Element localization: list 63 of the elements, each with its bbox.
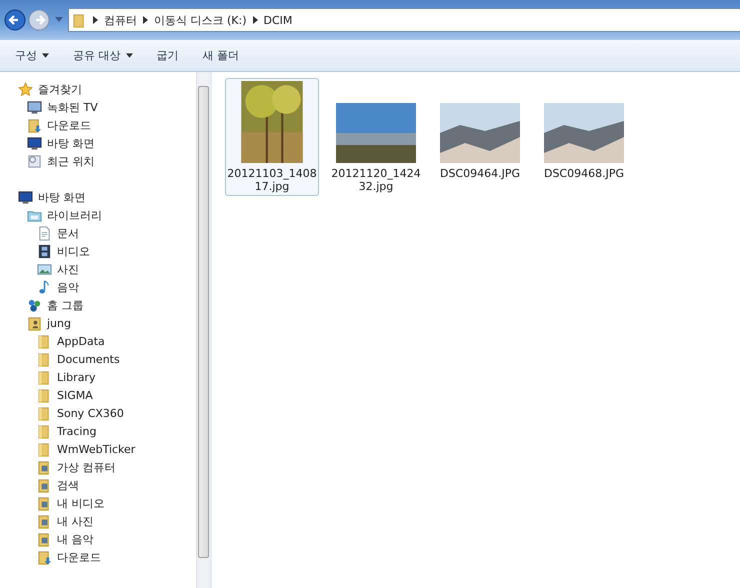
monitor-icon <box>27 136 42 150</box>
folder-download-icon <box>27 118 42 132</box>
monitor-icon <box>18 190 33 204</box>
tree-item[interactable]: WmWebTicker <box>0 440 196 458</box>
breadcrumb[interactable]: DCIM <box>264 14 292 26</box>
breadcrumb[interactable]: 컴퓨터 <box>104 12 137 28</box>
tree-item[interactable]: Sony CX360 <box>0 404 196 422</box>
tree-item[interactable]: 다운로드 <box>0 116 196 134</box>
address-bar[interactable]: 컴퓨터 이동식 디스크 (K:) DCIM <box>68 8 740 32</box>
star-icon <box>18 82 33 96</box>
chevron-icon <box>93 16 98 24</box>
toolbar-button[interactable]: 굽기 <box>148 45 188 66</box>
file-item[interactable]: 20121120_142432.jpg <box>329 78 423 196</box>
breadcrumb[interactable]: 이동식 디스크 (K:) <box>154 12 246 28</box>
tree-item[interactable]: 사진 <box>0 260 196 278</box>
file-name: 20121103_140817.jpg <box>226 167 318 193</box>
tree-item[interactable]: Documents <box>0 350 196 368</box>
file-item[interactable]: DSC09464.JPG <box>433 78 527 196</box>
tree-item[interactable]: 가상 컴퓨터 <box>0 458 196 476</box>
homegroup-icon <box>27 298 42 312</box>
chevron-icon <box>252 16 258 24</box>
tree-item[interactable]: 녹화된 TV <box>0 98 196 116</box>
tree-item[interactable]: 비디오 <box>0 242 196 260</box>
dropdown-icon[interactable] <box>55 17 63 23</box>
caret-icon <box>126 53 132 58</box>
tree-item[interactable]: 문서 <box>0 224 196 242</box>
picture-icon <box>37 262 52 276</box>
tree-item[interactable]: jung <box>0 314 196 332</box>
tree-item[interactable]: 라이브러리 <box>0 206 196 224</box>
scrollbar-thumb[interactable] <box>198 86 209 558</box>
tree-item[interactable]: 다운로드 <box>0 548 196 566</box>
caret-icon <box>42 53 49 58</box>
tree-item[interactable]: 최근 위치 <box>0 152 196 170</box>
folder-download-icon <box>37 550 52 564</box>
file-item[interactable]: 20121103_140817.jpg <box>225 78 319 196</box>
tree-item[interactable]: Library <box>0 368 196 386</box>
scrollbar[interactable] <box>196 72 210 588</box>
tree-item[interactable]: 내 비디오 <box>0 494 196 512</box>
recent-places-icon <box>27 154 42 168</box>
tree-item[interactable]: SIGMA <box>0 386 196 404</box>
tree-item[interactable]: 즐겨찾기 <box>0 80 196 98</box>
chevron-icon <box>143 16 148 24</box>
tree-item[interactable]: 홈 그룹 <box>0 296 196 314</box>
tree-item[interactable]: 검색 <box>0 476 196 494</box>
toolbar-button[interactable]: 공유 대상 <box>64 45 142 66</box>
file-name: DSC09464.JPG <box>438 167 522 180</box>
tree-item[interactable]: 내 사진 <box>0 512 196 530</box>
tree-item[interactable]: 바탕 화면 <box>0 188 196 206</box>
user-folder-icon <box>27 316 42 330</box>
tree-item[interactable]: AppData <box>0 332 196 350</box>
tree-item[interactable]: Tracing <box>0 422 196 440</box>
tree-item[interactable]: 내 음악 <box>0 530 196 548</box>
toolbar-button[interactable]: 구성 <box>6 45 58 66</box>
file-name: 20121120_142432.jpg <box>330 167 422 193</box>
document-icon <box>37 226 52 240</box>
file-name: DSC09468.JPG <box>542 167 626 180</box>
file-item[interactable]: DSC09468.JPG <box>537 78 631 196</box>
back-button[interactable] <box>4 9 26 31</box>
tree-item[interactable]: 음악 <box>0 278 196 296</box>
tree-item[interactable]: 바탕 화면 <box>0 134 196 152</box>
monitor-icon <box>27 100 42 114</box>
toolbar-button[interactable]: 새 폴더 <box>194 45 248 66</box>
film-icon <box>37 244 52 258</box>
